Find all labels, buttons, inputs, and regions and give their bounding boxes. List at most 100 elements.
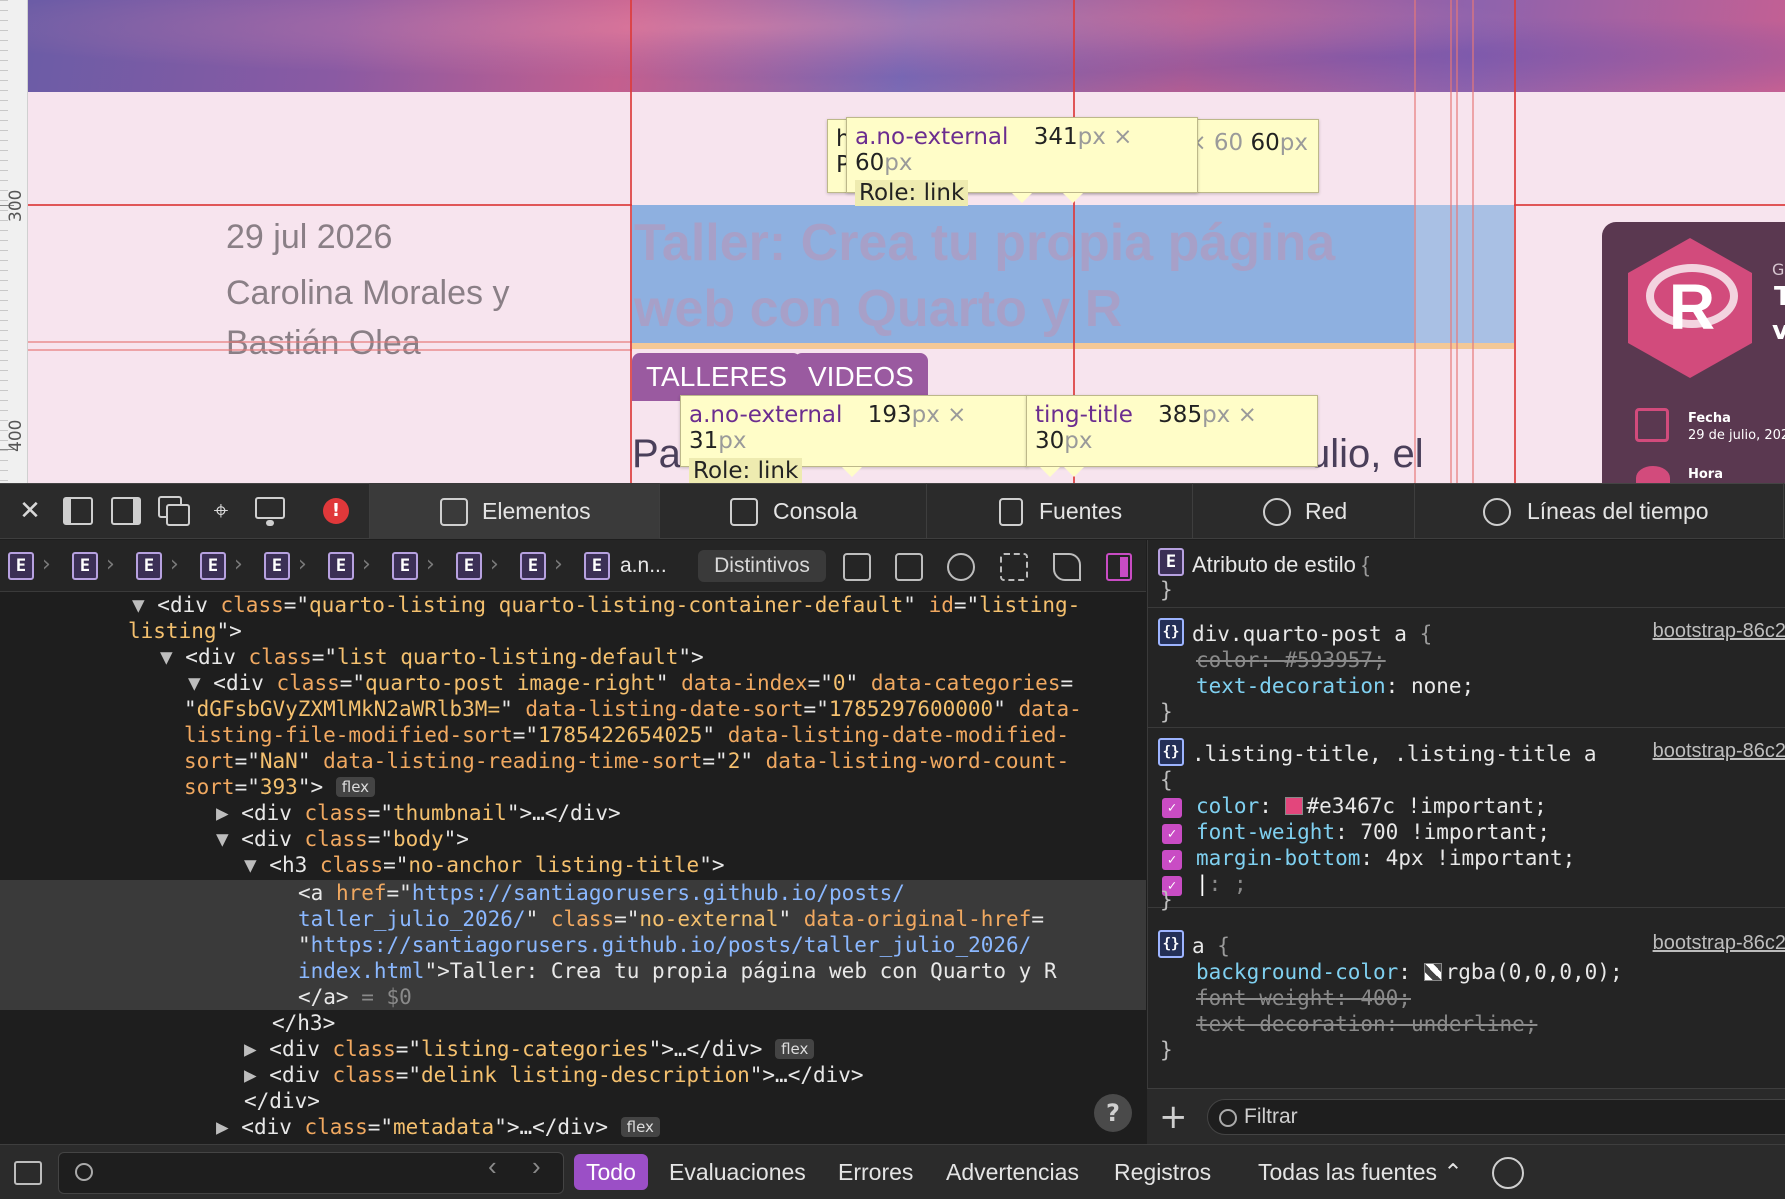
css-property-overridden[interactable]: text-decoration: underline; — [1196, 1012, 1537, 1036]
styles-filter-input[interactable]: Filtrar — [1207, 1099, 1785, 1135]
menu-icon[interactable] — [1492, 1157, 1524, 1189]
css-property-overridden[interactable]: color: #593957; — [1196, 648, 1386, 672]
tooltip-arrow — [1063, 193, 1083, 203]
paintbrush-icon[interactable] — [1053, 553, 1081, 581]
dock-left-icon[interactable] — [63, 497, 93, 525]
breadcrumb-current[interactable]: a.n... — [620, 554, 667, 578]
device-icon-stand — [266, 520, 274, 526]
dom-tree[interactable]: ▼ <div class="quarto-listing quarto-list… — [0, 592, 1146, 1144]
transparent-swatch[interactable] — [1423, 963, 1442, 981]
console-toggle-icon[interactable] — [14, 1161, 42, 1185]
breadcrumb-element-icon[interactable]: E — [520, 552, 546, 580]
css-property[interactable]: margin-bottom: 4px !important; — [1196, 846, 1575, 870]
tab-red[interactable]: Red — [1192, 483, 1414, 539]
tag-videos[interactable]: VIDEOS — [794, 353, 928, 401]
breadcrumb: E › E › E › E › E › E › E › E › E › E a.… — [0, 540, 1146, 592]
breadcrumb-element-icon[interactable]: E — [328, 552, 354, 580]
breadcrumb-element-icon[interactable]: E — [72, 552, 98, 580]
inspector-tooltip-listing-title: ting-title 385px × 30px — [1026, 395, 1318, 467]
breadcrumb-element-icon[interactable]: E — [200, 552, 226, 580]
tab-label: Consola — [773, 498, 858, 524]
property-checkbox[interactable]: ✓ — [1162, 850, 1182, 870]
property-checkbox[interactable]: ✓ — [1162, 798, 1182, 818]
tooltip-times: px × — [1202, 402, 1257, 428]
tab-elementos[interactable]: Elementos — [369, 483, 659, 539]
dom-node-selected[interactable]: <a href="https://santiagorusers.github.i… — [298, 880, 905, 906]
dom-node[interactable]: </div> — [244, 1088, 320, 1114]
device-icon[interactable] — [255, 497, 285, 519]
rule-selector: a — [1192, 934, 1205, 958]
error-badge-icon[interactable]: ! — [323, 498, 349, 524]
tooltip-arrow — [1064, 467, 1084, 477]
breadcrumb-element-icon[interactable]: E — [392, 552, 418, 580]
grid-icon[interactable] — [1000, 553, 1028, 581]
tab-fuentes[interactable]: Fuentes — [926, 483, 1192, 539]
add-rule-icon[interactable]: + — [1159, 1097, 1188, 1137]
css-property[interactable]: background-color: rgba(0,0,0,0); — [1196, 960, 1623, 984]
appearance-icon[interactable] — [947, 553, 975, 581]
css-property[interactable]: font-weight: 700 !important; — [1196, 820, 1550, 844]
flex-badge[interactable]: flex — [620, 1117, 660, 1137]
css-property[interactable]: color: #e3467c !important; — [1196, 794, 1547, 818]
tab-lineas-del-tiempo[interactable]: Líneas del tiempo — [1414, 483, 1784, 539]
dom-node[interactable]: </h3> — [272, 1010, 335, 1036]
dom-node[interactable]: ▶ <div class="delink listing-description… — [244, 1062, 864, 1088]
dom-node[interactable]: ▼ <div class="body"> — [216, 826, 469, 852]
filter-todo[interactable]: Todo — [574, 1154, 648, 1190]
dom-node[interactable]: ▼ <h3 class="no-anchor listing-title"> — [244, 852, 724, 878]
dom-node[interactable]: ▼ <div class="quarto-listing quarto-list… — [132, 592, 1080, 618]
dom-node[interactable]: ▼ <div class="quarto-post image-right" d… — [188, 670, 1073, 696]
breadcrumb-element-icon[interactable]: E — [584, 552, 610, 580]
color-swatch[interactable] — [1284, 797, 1303, 815]
filter-advertencias[interactable]: Advertencias — [934, 1154, 1091, 1190]
rule-selector: div.quarto-post a — [1192, 622, 1407, 646]
detach-icon-front — [166, 504, 190, 526]
tag-talleres[interactable]: TALLERES — [632, 353, 802, 401]
rule-source-link[interactable]: bootstrap-86c2 — [1653, 740, 1785, 763]
dom-node[interactable]: ▼ <div class="list quarto-listing-defaul… — [160, 644, 704, 670]
tab-consola[interactable]: Consola — [659, 483, 926, 539]
breadcrumb-element-icon[interactable]: E — [136, 552, 162, 580]
ruler-icon[interactable] — [843, 553, 871, 581]
print-icon[interactable] — [895, 553, 923, 581]
styles-sidebar[interactable]: E Atributo de estilo { } {} div.quarto-p… — [1147, 540, 1785, 1144]
style-rule-attribute: E Atributo de estilo { } — [1148, 540, 1785, 608]
property-checkbox[interactable]: ✓ — [1162, 824, 1182, 844]
ruler-label-300: 300 — [6, 189, 26, 222]
dom-node[interactable]: ▶ <div class="metadata">…</div> flex — [216, 1114, 660, 1140]
css-property[interactable]: text-decoration: none; — [1196, 674, 1474, 698]
tab-label: Líneas del tiempo — [1527, 498, 1709, 524]
card-side-text: T — [1774, 282, 1785, 312]
badges-button[interactable]: Distintivos — [698, 550, 826, 582]
post-title-link[interactable]: Taller: Crea tu propia página web con Qu… — [634, 210, 1434, 342]
dom-node-cont: sort="NaN" data-listing-reading-time-sor… — [184, 749, 1070, 773]
dock-right-icon[interactable] — [111, 497, 141, 525]
css-property-new[interactable]: |: ; — [1196, 872, 1247, 896]
next-icon[interactable]: › — [532, 1151, 541, 1182]
breadcrumb-element-icon[interactable]: E — [8, 552, 34, 580]
flex-badge[interactable]: flex — [335, 777, 376, 797]
filter-errores[interactable]: Errores — [826, 1154, 925, 1190]
dom-node[interactable]: ▶ <div class="listing-categories">…</div… — [244, 1036, 815, 1062]
breadcrumb-element-icon[interactable]: E — [456, 552, 482, 580]
filter-registros[interactable]: Registros — [1102, 1154, 1223, 1190]
crosshair-icon[interactable]: ⌖ — [204, 494, 238, 528]
dom-node[interactable]: ▶ <div class="thumbnail">…</div> — [216, 800, 621, 826]
rule-source-link[interactable]: bootstrap-86c2 — [1653, 932, 1785, 955]
event-date-value: 29 de julio, 2026 — [1688, 428, 1785, 443]
rule-source-link[interactable]: bootstrap-86c2 — [1653, 620, 1785, 643]
rule-brace: } — [1160, 888, 1173, 912]
previous-icon[interactable]: ‹ — [488, 1151, 497, 1182]
sidebar-toggle-icon[interactable] — [1106, 553, 1132, 581]
inspector-guide-line — [28, 349, 632, 351]
close-icon[interactable]: ✕ — [13, 494, 47, 528]
sources-select[interactable]: Todas las fuentes ⌃ — [1258, 1154, 1463, 1190]
css-property-overridden[interactable]: font-weight: 400; — [1196, 986, 1411, 1010]
page-preview[interactable]: 300 400 29 jul 2026 Carolina Morales y B… — [0, 0, 1785, 483]
tooltip-selector: a.no-external — [855, 124, 1009, 150]
filter-evaluaciones[interactable]: Evaluaciones — [657, 1154, 818, 1190]
tooltip-arrow — [1012, 193, 1032, 203]
breadcrumb-element-icon[interactable]: E — [264, 552, 290, 580]
flex-badge[interactable]: flex — [775, 1039, 815, 1059]
help-icon[interactable]: ? — [1094, 1094, 1132, 1132]
